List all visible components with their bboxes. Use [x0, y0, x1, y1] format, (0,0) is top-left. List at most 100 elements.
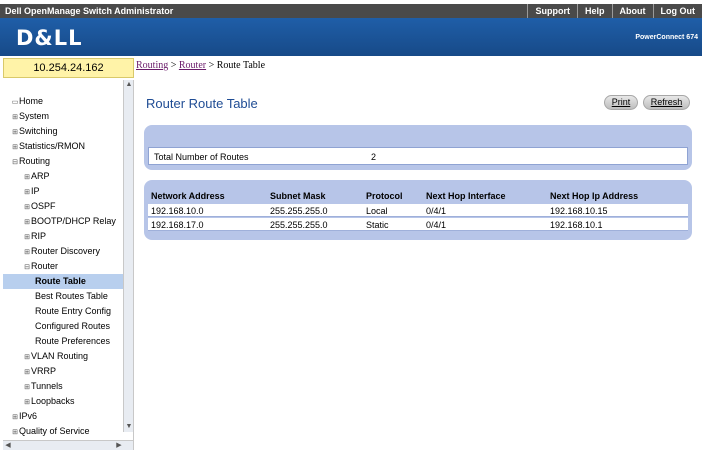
tree-node-arp[interactable]: ⊞ARP [3, 169, 123, 184]
expand-icon[interactable]: ⊞ [11, 125, 19, 140]
product-name: PowerConnect 674 [635, 34, 698, 41]
tree-node-label: Route Table [35, 276, 86, 286]
print-button[interactable]: Print [604, 95, 638, 110]
tree-node-router[interactable]: ⊟Router [3, 259, 123, 274]
table-cell: 0/4/1 [426, 220, 447, 230]
summary-row: Total Number of Routes 2 [148, 147, 688, 165]
page-title: Router Route Table [146, 96, 258, 111]
tree-node-statistics-rmon[interactable]: ⊞Statistics/RMON [3, 139, 123, 154]
expand-icon[interactable]: ⊞ [23, 395, 31, 410]
table-cell: 192.168.10.0 [151, 206, 204, 216]
tree-node-label: Quality of Service [19, 426, 90, 436]
tree-node-label: Best Routes Table [35, 291, 108, 301]
breadcrumb-current: Route Table [216, 60, 266, 71]
expand-icon[interactable]: ⊞ [23, 185, 31, 200]
tree-node-route-preferences[interactable]: Route Preferences [3, 334, 123, 349]
tree-node-label: Routing [19, 156, 51, 166]
breadcrumb-router-link[interactable]: Router [179, 60, 206, 71]
tree-node-vlan-routing[interactable]: ⊞VLAN Routing [3, 349, 123, 364]
tree-node-label: BOOTP/DHCP Relay [31, 216, 116, 226]
table-row: 192.168.17.0 255.255.255.0 Static 0/4/1 … [148, 218, 688, 231]
tree-node-label: Router Discovery [31, 246, 101, 256]
top-links: Support Help About Log Out [527, 4, 702, 18]
tree-node-label: Statistics/RMON [19, 141, 86, 151]
expand-icon[interactable]: ⊞ [11, 140, 19, 155]
scroll-up-icon[interactable]: ▲ [124, 80, 133, 90]
expand-icon[interactable]: ⊞ [23, 245, 31, 260]
tree-node-label: Tunnels [31, 381, 63, 391]
breadcrumb-separator: > [206, 60, 217, 71]
home-icon: ▭ [11, 99, 19, 106]
expand-icon[interactable]: ⊞ [23, 215, 31, 230]
about-link[interactable]: About [611, 4, 653, 18]
expand-icon[interactable]: ⊞ [23, 380, 31, 395]
summary-label: Total Number of Routes [154, 152, 249, 162]
tree-node-label: VRRP [31, 366, 57, 376]
tree-node-vrrp[interactable]: ⊞VRRP [3, 364, 123, 379]
expand-icon[interactable]: ⊞ [23, 365, 31, 380]
scroll-right-icon[interactable]: ▶ [114, 441, 124, 450]
tree-node-label: ARP [31, 171, 50, 181]
tree-node-label: VLAN Routing [31, 351, 89, 361]
dell-logo: D&LL [16, 26, 83, 50]
tree-node-rip[interactable]: ⊞RIP [3, 229, 123, 244]
tree-node-router-discovery[interactable]: ⊞Router Discovery [3, 244, 123, 259]
expand-icon[interactable]: ⊞ [11, 410, 19, 425]
refresh-button[interactable]: Refresh [643, 95, 690, 110]
tree-node-quality-of-service[interactable]: ⊞Quality of Service [3, 424, 123, 439]
brand-header: D&LL PowerConnect 674 [0, 18, 702, 56]
scroll-down-icon[interactable]: ▼ [124, 422, 133, 432]
vertical-scrollbar[interactable]: ▲ ▼ [123, 80, 133, 432]
expand-icon[interactable]: ⊞ [11, 110, 19, 125]
collapse-icon[interactable]: ⊟ [23, 260, 31, 275]
tree-node-best-routes-table[interactable]: Best Routes Table [3, 289, 123, 304]
summary-value: 2 [371, 152, 377, 162]
breadcrumb-separator: > [168, 60, 179, 71]
table-cell: 0/4/1 [426, 206, 447, 216]
tree-node-system[interactable]: ⊞System [3, 109, 123, 124]
expand-icon[interactable]: ⊞ [11, 425, 19, 440]
tree-node-ospf[interactable]: ⊞OSPF [3, 199, 123, 214]
tree-node-bootp-dhcp-relay[interactable]: ⊞BOOTP/DHCP Relay [3, 214, 123, 229]
tree-node-configured-routes[interactable]: Configured Routes [3, 319, 123, 334]
logout-link[interactable]: Log Out [652, 4, 702, 18]
expand-icon[interactable]: ⊞ [23, 350, 31, 365]
tree-node-ip[interactable]: ⊞IP [3, 184, 123, 199]
scroll-left-icon[interactable]: ◀ [3, 441, 13, 450]
navigation-tree: ▭Home ⊞System ⊞Switching ⊞Statistics/RMON ⊟R… [3, 80, 134, 450]
column-header: Network Address [151, 191, 225, 201]
table-cell: 255.255.255.0 [270, 206, 328, 216]
horizontal-scrollbar[interactable]: ◀ ▶ [3, 440, 133, 450]
help-link[interactable]: Help [576, 4, 612, 18]
table-cell: Local [366, 206, 388, 216]
column-header: Subnet Mask [270, 191, 326, 201]
tree-node-label: IPv6 [19, 411, 38, 421]
tree-node-routing[interactable]: ⊟Routing [3, 154, 123, 169]
tree-node-label: Route Entry Config [35, 306, 112, 316]
breadcrumb-routing-link[interactable]: Routing [136, 60, 168, 71]
expand-icon[interactable]: ⊞ [23, 200, 31, 215]
expand-icon[interactable]: ⊞ [23, 230, 31, 245]
table-header: Network Address Subnet Mask Protocol Nex… [148, 189, 688, 204]
table-cell: 192.168.10.15 [550, 206, 608, 216]
breadcrumb: Routing > Router > Route Table [136, 60, 265, 71]
tree-node-loopbacks[interactable]: ⊞Loopbacks [3, 394, 123, 409]
expand-icon[interactable]: ⊞ [23, 170, 31, 185]
tree-node-label: System [19, 111, 50, 121]
tree-node-ipv6[interactable]: ⊞IPv6 [3, 409, 123, 424]
tree-list: ▭Home ⊞System ⊞Switching ⊞Statistics/RMON ⊟R… [3, 94, 123, 439]
tree-node-route-table[interactable]: Route Table [3, 274, 123, 289]
tree-node-switching[interactable]: ⊞Switching [3, 124, 123, 139]
table-cell: 192.168.10.1 [550, 220, 603, 230]
tree-node-label: Configured Routes [35, 321, 111, 331]
table-cell: 192.168.17.0 [151, 220, 204, 230]
tree-node-route-entry-config[interactable]: Route Entry Config [3, 304, 123, 319]
support-link[interactable]: Support [527, 4, 577, 18]
app-title: Dell OpenManage Switch Administrator [5, 6, 174, 16]
table-row: 192.168.10.0 255.255.255.0 Local 0/4/1 1… [148, 204, 688, 217]
tree-node-label: RIP [31, 231, 47, 241]
tree-node-label: Route Preferences [35, 336, 111, 346]
tree-node-home[interactable]: ▭Home [3, 94, 123, 109]
tree-node-tunnels[interactable]: ⊞Tunnels [3, 379, 123, 394]
collapse-icon[interactable]: ⊟ [11, 155, 19, 170]
